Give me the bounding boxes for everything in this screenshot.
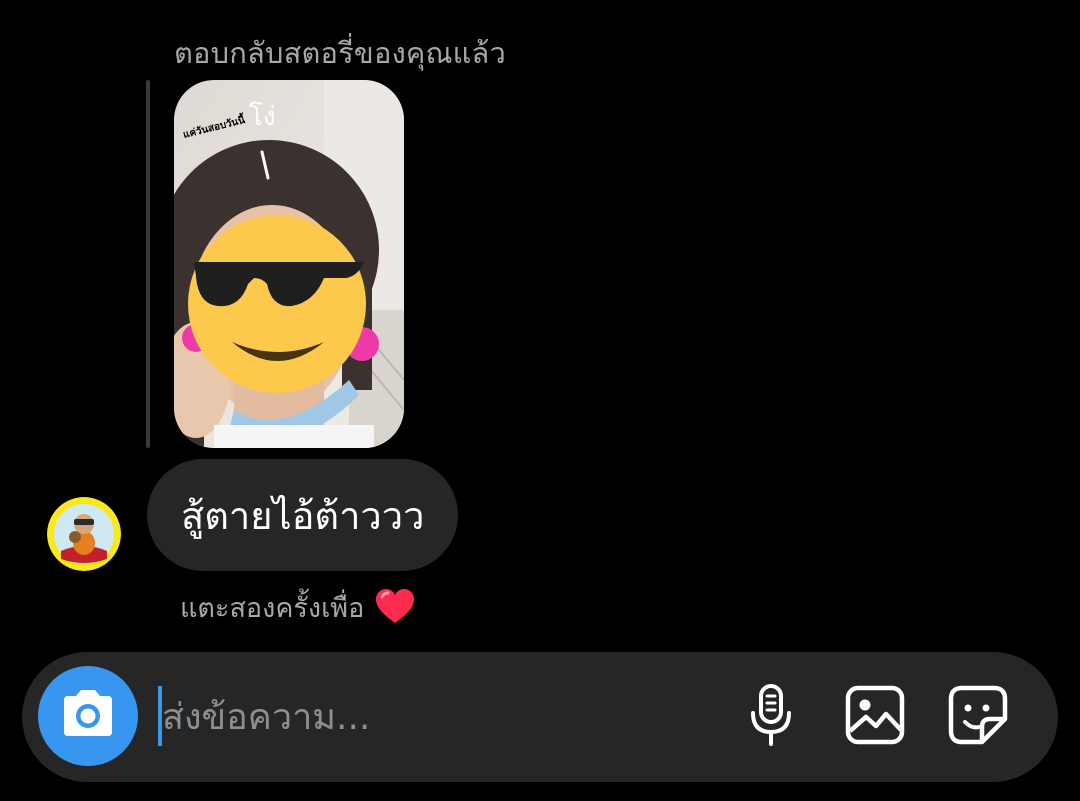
message-input[interactable]: [162, 682, 722, 752]
reply-context-label: ตอบกลับสตอรี่ของคุณแล้ว: [174, 36, 506, 70]
gallery-button[interactable]: [840, 682, 910, 752]
sticker-icon: [948, 685, 1008, 749]
camera-icon: [58, 688, 118, 744]
story-reply-thumbnail[interactable]: แค่วันสอบวันนี้ โง่: [174, 80, 404, 448]
sender-avatar[interactable]: [47, 497, 121, 571]
story-handwriting: โง่: [249, 101, 276, 132]
microphone-icon: [748, 683, 794, 751]
reply-quote-bar: [146, 80, 150, 448]
heart-icon: [374, 587, 416, 629]
voice-message-button[interactable]: [736, 682, 806, 752]
message-composer: [22, 652, 1058, 782]
double-tap-hint: แตะสองครั้งเพื่อ: [180, 586, 416, 629]
chat-screen: ตอบกลับสตอรี่ของคุณแล้ว แค่วันสอบวันนี้ …: [0, 0, 1080, 801]
double-tap-hint-text: แตะสองครั้งเพื่อ: [180, 593, 365, 624]
camera-button[interactable]: [38, 666, 138, 766]
gallery-icon: [845, 685, 905, 749]
sticker-button[interactable]: [943, 682, 1013, 752]
message-text: สู้ตายไอ้ต้าววว: [181, 493, 425, 538]
message-bubble[interactable]: สู้ตายไอ้ต้าววว: [147, 459, 459, 571]
